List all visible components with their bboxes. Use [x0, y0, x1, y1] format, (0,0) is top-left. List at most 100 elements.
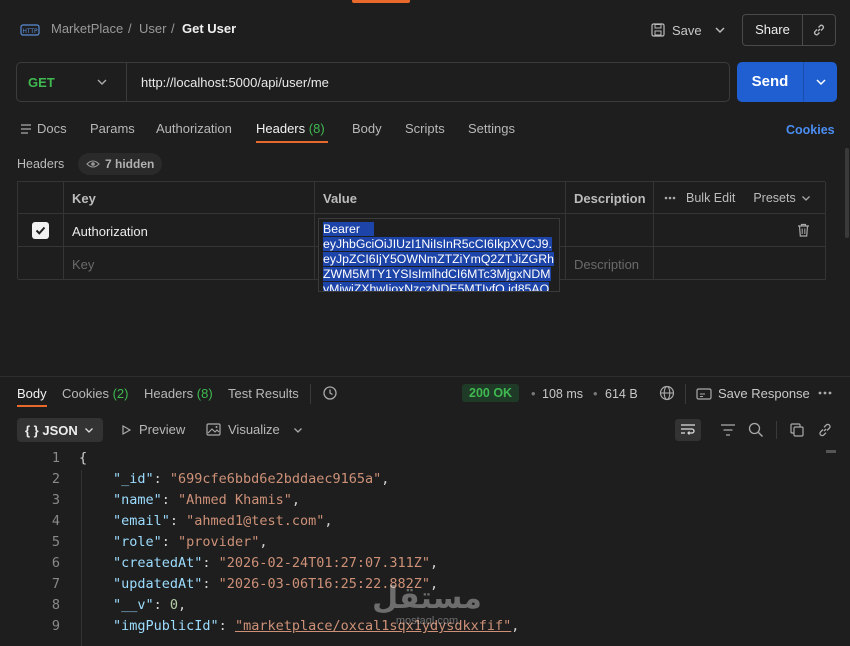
code-line: 2 "_id": "699cfe6bbd6e2bddaec9165a", [0, 471, 850, 492]
tab-params[interactable]: Params [90, 121, 135, 136]
header-key-cell[interactable]: Authorization [64, 214, 315, 247]
play-icon [120, 424, 132, 436]
bulk-edit-button[interactable]: Bulk Edit [686, 191, 735, 205]
table-actions-header: Bulk Edit Presets [654, 182, 826, 214]
globe-icon[interactable] [659, 385, 675, 401]
share-button[interactable]: Share [742, 14, 836, 46]
new-description-placeholder: Description [574, 257, 640, 272]
save-response-label: Save Response [718, 386, 810, 401]
method-select[interactable]: GET [17, 63, 127, 101]
watermark-logo: مستقل [372, 581, 482, 616]
response-tab-body[interactable]: Body [17, 386, 47, 401]
json-value: "ahmed1@test.com" [186, 513, 325, 529]
json-key: "createdAt" [113, 555, 203, 571]
header-description-cell[interactable] [566, 214, 654, 247]
table-row [18, 247, 64, 280]
response-divider-vertical [685, 384, 686, 404]
tab-body[interactable]: Body [352, 121, 382, 136]
header-enabled-checkbox[interactable] [32, 221, 49, 239]
tab-scripts[interactable]: Scripts [405, 121, 445, 136]
wrap-lines-icon [680, 423, 696, 437]
chevron-down-icon [96, 76, 108, 88]
response-time: 108 ms [542, 387, 583, 401]
line-number: 6 [51, 555, 60, 571]
new-key-input[interactable]: Key [64, 247, 315, 280]
response-headers-label: Headers [144, 386, 194, 401]
json-key: "imgPublicId" [113, 618, 219, 634]
watermark: مستقل mostaql.com [372, 581, 482, 628]
breadcrumb-root[interactable]: MarketPlace [51, 21, 123, 36]
save-response-button[interactable]: Save Response [696, 386, 810, 401]
docs-icon [19, 122, 33, 136]
line-number: 7 [51, 576, 60, 592]
key-column-header: Key [64, 182, 315, 214]
chevron-down-icon[interactable] [293, 425, 303, 435]
response-tab-underline [17, 405, 47, 407]
image-icon [206, 423, 221, 436]
header-key-text: Authorization [72, 224, 148, 239]
preview-button[interactable]: Preview [120, 422, 185, 437]
url-input[interactable]: http://localhost:5000/api/user/me [141, 75, 329, 90]
table-row [18, 214, 64, 247]
new-description-input[interactable]: Description [566, 247, 654, 280]
hidden-headers-toggle[interactable]: 7 hidden [78, 153, 163, 175]
history-icon[interactable] [322, 385, 338, 401]
tab-headers-label: Headers [256, 121, 306, 136]
header-value-line: eyJpZCI6IjY5OWNmZTZiYmQ2ZTJiZGRh [323, 252, 554, 266]
format-dropdown[interactable]: { } JSON [17, 418, 103, 442]
response-tab-headers[interactable]: Headers (8) [144, 386, 213, 401]
tab-settings[interactable]: Settings [468, 121, 515, 136]
response-divider [0, 376, 850, 377]
request-scrollbar[interactable] [845, 148, 849, 238]
description-column-label: Description [574, 191, 646, 206]
search-icon[interactable] [748, 422, 764, 438]
send-label: Send [737, 62, 804, 102]
tab-docs[interactable]: Docs [37, 121, 67, 136]
link-icon [803, 15, 835, 45]
json-key: "role" [113, 534, 162, 550]
code-line: 6 "createdAt": "2026-02-24T01:27:07.311Z… [0, 555, 850, 576]
visualize-button[interactable]: Visualize [206, 422, 280, 437]
json-key: "email" [113, 513, 170, 529]
presets-dropdown[interactable]: Presets [753, 191, 810, 205]
chevron-down-icon[interactable] [804, 62, 837, 102]
page-title: Get User [182, 21, 237, 36]
row-actions-cell [654, 247, 826, 280]
response-tab-cookies[interactable]: Cookies (2) [62, 386, 128, 401]
new-key-placeholder: Key [72, 257, 95, 272]
code-line: 4 "email": "ahmed1@test.com", [0, 513, 850, 534]
save-button[interactable]: Save [650, 18, 706, 42]
more-horizontal-icon[interactable] [664, 196, 676, 200]
line-number: 9 [51, 618, 60, 634]
breadcrumb-separator: / [128, 21, 132, 36]
presets-label: Presets [753, 190, 796, 205]
json-value: "Ahmed Khamis" [178, 492, 292, 508]
response-cookies-count: (2) [112, 386, 129, 401]
more-horizontal-icon[interactable] [818, 391, 832, 395]
dot-separator: • [593, 386, 598, 401]
method-label: GET [28, 74, 55, 90]
tab-authorization[interactable]: Authorization [156, 121, 232, 136]
row-actions-cell [654, 214, 826, 247]
response-tab-test-results[interactable]: Test Results [228, 386, 299, 401]
send-button[interactable]: Send [737, 62, 837, 102]
link-icon[interactable] [817, 422, 833, 438]
status-badge: 200 OK [462, 384, 520, 402]
filter-icon[interactable] [720, 423, 736, 437]
code-text: { [79, 450, 88, 466]
chevron-down-icon [801, 193, 811, 203]
chevron-down-icon[interactable] [712, 22, 728, 38]
tabs-separator [310, 384, 311, 404]
line-number: 5 [51, 534, 60, 550]
wrap-lines-button[interactable] [675, 419, 701, 441]
header-value-editor[interactable]: Bearer eyJhbGciOiJIUzI1NiIsInR5cCI6IkpXV… [318, 218, 560, 292]
code-line: 3 "name": "Ahmed Khamis", [0, 492, 850, 513]
header-value-line: ZWM5MTY1YSIsImlhdCI6MTc3MjgxNDM [323, 267, 551, 281]
tab-headers[interactable]: Headers (8) [256, 121, 325, 136]
breadcrumb-user[interactable]: User [139, 21, 166, 36]
cookies-link[interactable]: Cookies [786, 123, 835, 137]
copy-icon[interactable] [789, 422, 805, 438]
code-line: 1 { [0, 450, 850, 471]
json-key: "updatedAt" [113, 576, 203, 592]
trash-icon[interactable] [797, 223, 810, 237]
